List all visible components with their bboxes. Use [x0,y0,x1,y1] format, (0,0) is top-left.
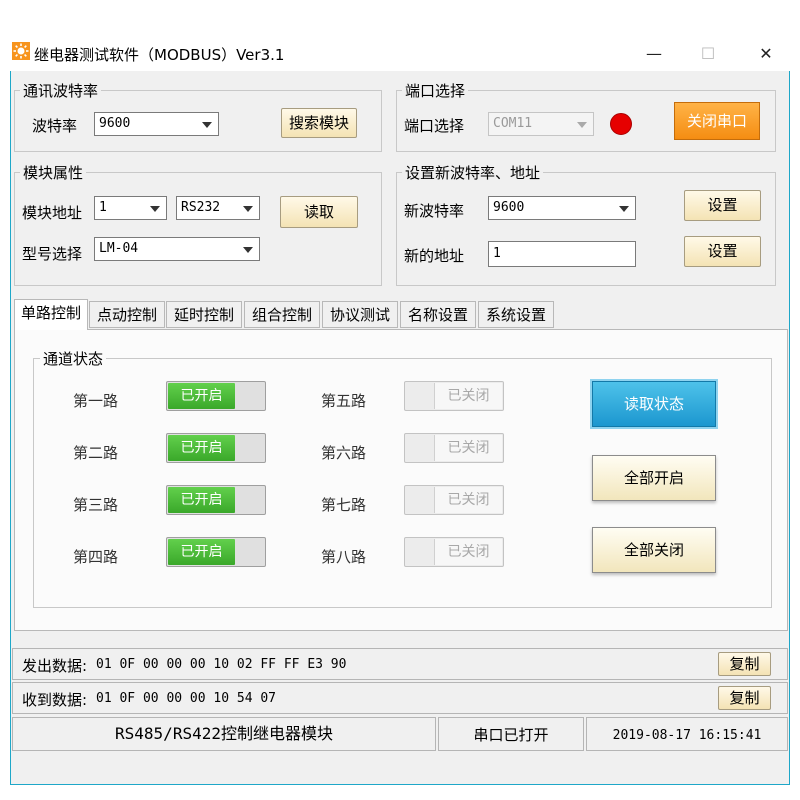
chevron-down-icon [619,206,629,212]
channel-6-label: 第六路 [321,444,367,462]
channel-5-label: 第五路 [321,392,367,410]
copy-sent-button[interactable]: 复制 [718,652,771,676]
tab-single-control[interactable]: 单路控制 [14,299,88,330]
sun-icon [12,42,30,60]
all-on-button[interactable]: 全部开启 [592,455,716,501]
channel-3-label: 第三路 [73,496,119,514]
read-status-button[interactable]: 读取状态 [592,381,716,427]
channel-1-label: 第一路 [73,392,119,410]
search-module-button[interactable]: 搜索模块 [281,108,357,138]
channel-8-state: 已关闭 [434,539,502,565]
channel-status-legend: 通道状态 [40,348,107,369]
set-address-button[interactable]: 设置 [684,236,761,267]
port-status-indicator [610,113,632,135]
close-port-button[interactable]: 关闭串口 [674,102,760,140]
baud-select-value: 9600 [99,116,131,131]
sent-data-value: 01 0F 00 00 00 10 02 FF FF E3 90 [96,657,347,672]
channel-2-switch[interactable]: 已开启 [166,433,266,463]
new-settings-legend: 设置新波特率、地址 [402,162,544,183]
channel-1-state: 已开启 [168,383,235,409]
channel-4-label: 第四路 [73,548,119,566]
sent-data-label: 发出数据: [22,657,88,675]
model-value: LM-04 [99,241,139,256]
close-icon[interactable]: ✕ [746,40,786,68]
channel-6-state: 已关闭 [434,435,502,461]
baud-select[interactable]: 9600 [94,112,219,136]
channel-3-state: 已开启 [168,487,235,513]
channel-7-switch[interactable]: 已关闭 [404,485,504,515]
read-module-button[interactable]: 读取 [280,196,358,228]
window-title: 继电器测试软件（MODBUS）Ver3.1 [34,46,285,64]
channel-8-label: 第八路 [321,548,367,566]
status-description: RS485/RS422控制继电器模块 [115,724,333,743]
channel-7-state: 已关闭 [434,487,502,513]
channel-4-switch[interactable]: 已开启 [166,537,266,567]
protocol-select[interactable]: RS232 [176,196,260,220]
channel-8-switch[interactable]: 已关闭 [404,537,504,567]
status-datetime-box: 2019-08-17 16:15:41 [586,717,788,751]
port-open-status: 串口已打开 [438,717,584,751]
received-data-label: 收到数据: [22,691,88,709]
tab-protocol-test[interactable]: 协议测试 [322,301,398,328]
set-baud-button[interactable]: 设置 [684,190,761,221]
port-select[interactable]: COM11 [488,112,594,136]
channel-3-switch[interactable]: 已开启 [166,485,266,515]
new-baud-select[interactable]: 9600 [488,196,636,220]
port-label: 端口选择 [404,117,465,135]
module-address-label: 模块地址 [22,204,83,222]
port-select-value: COM11 [493,116,533,131]
chevron-down-icon [202,122,212,128]
new-baud-label: 新波特率 [404,202,465,220]
tab-combo-control[interactable]: 组合控制 [244,301,320,328]
tab-name-settings[interactable]: 名称设置 [400,301,476,328]
module-group [14,172,382,286]
chevron-down-icon [243,247,253,253]
port-group-legend: 端口选择 [402,80,469,101]
baud-group-legend: 通讯波特率 [20,80,102,101]
minimize-icon[interactable]: — [634,40,674,68]
model-label: 型号选择 [22,245,83,263]
all-off-button[interactable]: 全部关闭 [592,527,716,573]
channel-1-switch[interactable]: 已开启 [166,381,266,411]
baud-label: 波特率 [32,117,78,135]
module-address-select[interactable]: 1 [94,196,167,220]
channel-5-switch[interactable]: 已关闭 [404,381,504,411]
chevron-down-icon [577,122,587,128]
module-address-value: 1 [99,200,107,215]
protocol-value: RS232 [181,200,221,215]
channel-5-state: 已关闭 [434,383,502,409]
new-address-input[interactable]: 1 [488,241,636,267]
status-datetime: 2019-08-17 16:15:41 [612,728,762,743]
module-group-legend: 模块属性 [20,162,87,183]
channel-4-state: 已开启 [168,539,235,565]
channel-2-state: 已开启 [168,435,235,461]
channel-6-switch[interactable]: 已关闭 [404,433,504,463]
chevron-down-icon [150,206,160,212]
channel-7-label: 第七路 [321,496,367,514]
maximize-icon[interactable]: ☐ [688,40,728,68]
channel-2-label: 第二路 [73,444,119,462]
chevron-down-icon [243,206,253,212]
tab-jog-control[interactable]: 点动控制 [89,301,165,328]
new-address-label: 新的地址 [404,247,465,265]
tab-delay-control[interactable]: 延时控制 [166,301,242,328]
tab-system-settings[interactable]: 系统设置 [478,301,554,328]
model-select[interactable]: LM-04 [94,237,260,261]
received-data-value: 01 0F 00 00 00 10 54 07 [96,691,277,706]
copy-received-button[interactable]: 复制 [718,686,771,710]
new-baud-value: 9600 [493,200,525,215]
